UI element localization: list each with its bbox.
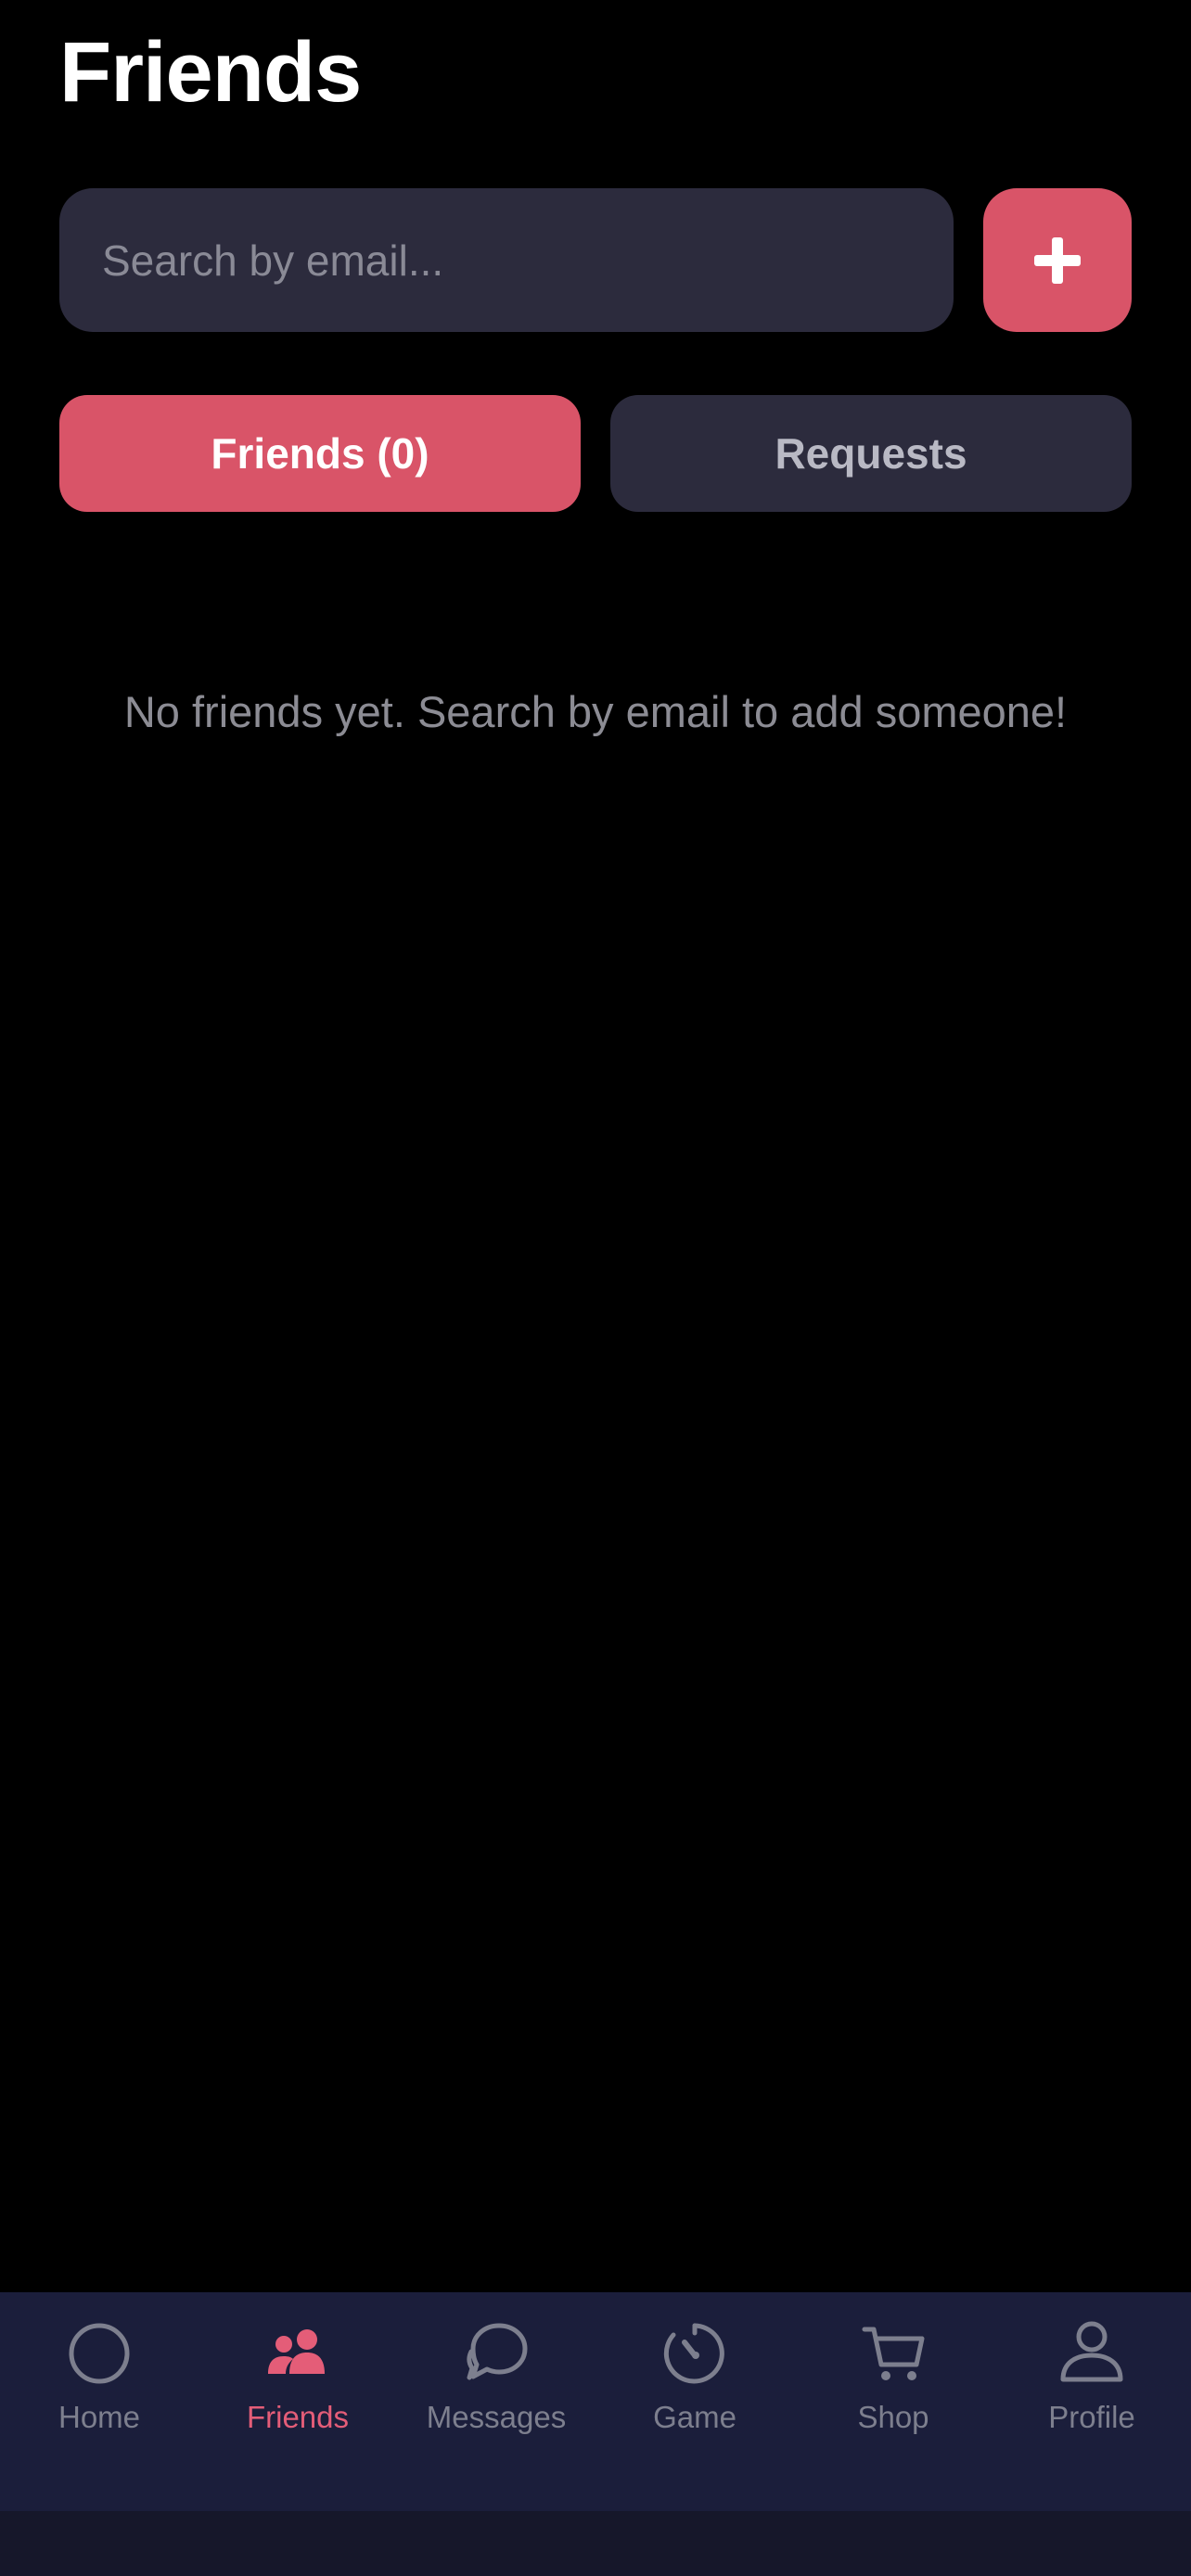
search-email-input[interactable]: [59, 188, 954, 332]
nav-item-home[interactable]: Home: [0, 2292, 198, 2511]
nav-label-home: Home: [58, 2400, 141, 2434]
friends-icon: [268, 2329, 325, 2374]
nav-label-game: Game: [653, 2400, 736, 2434]
nav-item-shop[interactable]: Shop: [794, 2292, 992, 2511]
nav-item-profile[interactable]: Profile: [992, 2292, 1191, 2511]
bottom-nav: Home Friends Messages Game Shop Profile: [0, 2292, 1191, 2511]
plus-icon: [1034, 236, 1081, 284]
search-row: [59, 188, 1132, 332]
empty-state-message: No friends yet. Search by email to add s…: [123, 687, 1068, 736]
tab-friends[interactable]: Friends (0): [59, 395, 581, 512]
page-title: Friends: [59, 25, 362, 120]
messages-icon: [467, 2323, 528, 2380]
nav-item-game[interactable]: Game: [596, 2292, 794, 2511]
cart-icon: [862, 2327, 925, 2380]
profile-icon: [1060, 2321, 1123, 2382]
nav-label-shop: Shop: [857, 2400, 929, 2434]
tab-requests[interactable]: Requests: [610, 395, 1132, 512]
nav-item-friends[interactable]: Friends: [198, 2292, 397, 2511]
home-icon: [69, 2323, 130, 2384]
friends-screen: Friends Friends (0) Requests No friends …: [0, 0, 1191, 2576]
home-indicator-area: [0, 2511, 1191, 2576]
nav-label-messages: Messages: [426, 2400, 567, 2434]
nav-label-profile: Profile: [1048, 2400, 1135, 2434]
add-friend-button[interactable]: [983, 188, 1132, 332]
tab-bar: Friends (0) Requests: [59, 395, 1132, 512]
nav-item-messages[interactable]: Messages: [397, 2292, 596, 2511]
nav-label-friends: Friends: [246, 2400, 350, 2434]
game-icon: [663, 2323, 724, 2384]
